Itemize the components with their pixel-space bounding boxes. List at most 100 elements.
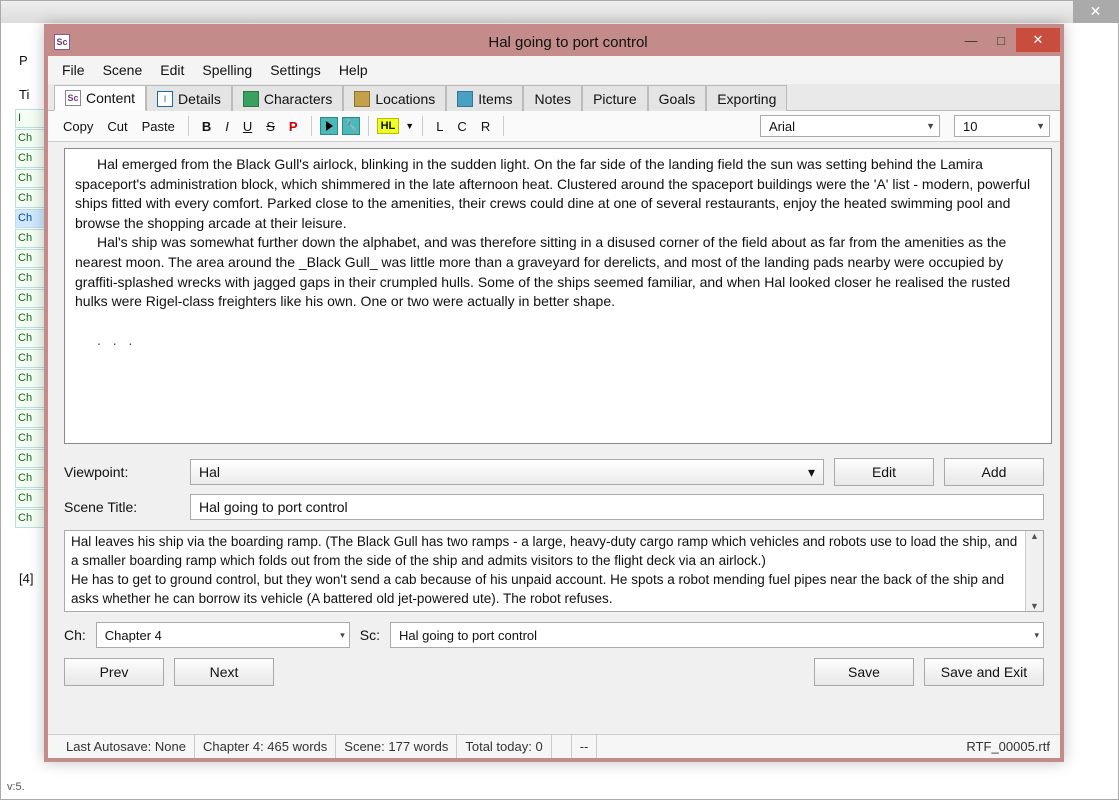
menu-settings[interactable]: Settings [270,62,321,78]
underline-button[interactable]: U [238,117,257,136]
status-chapter-words: Chapter 4: 465 words [195,735,336,758]
tab-label: Exporting [717,91,776,107]
window-title: Hal going to port control [76,34,1060,51]
chevron-down-icon: ▾ [1034,630,1039,641]
background-titlebar [1,1,1118,23]
separator [368,116,369,136]
background-version: v:5. [7,781,25,793]
play-icon[interactable] [320,117,338,135]
tab-picture[interactable]: Picture [582,85,648,111]
separator [311,116,312,136]
background-close-button[interactable]: ✕ [1073,1,1118,23]
notes-area[interactable]: Hal leaves his ship via the boarding ram… [64,530,1044,612]
save-and-exit-button[interactable]: Save and Exit [924,658,1044,686]
separator [188,116,189,136]
titlebar[interactable]: Sc Hal going to port control — □ ✕ [48,28,1060,56]
menubar: File Scene Edit Spelling Settings Help [48,56,1060,84]
strike-button[interactable]: S [261,117,280,136]
prev-button[interactable]: Prev [64,658,164,686]
content-editor[interactable]: Hal emerged from the Black Gull's airloc… [64,148,1052,444]
tab-label: Locations [375,91,435,107]
notes-scrollbar[interactable]: ▲ ▼ [1025,531,1043,611]
viewpoint-add-button[interactable]: Add [944,458,1044,486]
scene-combo[interactable]: Hal going to port control ▾ [390,622,1044,648]
menu-scene[interactable]: Scene [103,62,143,78]
cut-button[interactable]: Cut [102,117,132,136]
tab-label: Details [178,91,221,107]
tab-label: Characters [264,91,332,107]
menu-edit[interactable]: Edit [160,62,184,78]
menu-file[interactable]: File [62,62,85,78]
wrench-icon[interactable]: 🔧 [342,117,360,135]
viewpoint-edit-button[interactable]: Edit [834,458,934,486]
font-combo[interactable]: Arial ▼ [760,115,940,137]
separator [503,116,504,136]
paste-button[interactable]: Paste [137,117,180,136]
tab-notes[interactable]: Notes [523,85,582,111]
format-toolbar: Copy Cut Paste B I U S P 🔧 HL▼ L C R Ari… [48,111,1060,142]
p-button[interactable]: P [284,117,303,136]
scene-value: Hal going to port control [399,628,537,643]
chapter-combo[interactable]: Chapter 4 ▾ [96,622,350,648]
status-autosave: Last Autosave: None [58,735,195,758]
close-button[interactable]: ✕ [1016,28,1060,52]
editor-paragraph: Hal emerged from the Black Gull's airloc… [75,155,1041,233]
chevron-down-icon: ▾ [340,630,345,641]
chevron-down-icon: ▼ [926,121,935,131]
editor-ellipsis: . . . [75,331,1041,351]
maximize-button[interactable]: □ [986,28,1016,52]
viewpoint-select[interactable]: Hal ▾ [190,459,824,485]
statusbar: Last Autosave: None Chapter 4: 465 words… [48,734,1060,758]
scroll-down-icon[interactable]: ▼ [1030,601,1039,611]
menu-spelling[interactable]: Spelling [202,62,252,78]
status-dash: -- [572,735,598,758]
bg-four: [4] [19,571,33,586]
scene-title-label: Scene Title: [64,499,180,515]
tabbar: Sc Content I Details Characters Location… [48,84,1060,111]
details-icon: I [157,91,173,107]
characters-icon [243,91,259,107]
italic-button[interactable]: I [220,117,234,136]
minimize-button[interactable]: — [956,28,986,52]
tab-label: Items [478,91,512,107]
tab-label: Notes [534,91,571,107]
status-scene-words: Scene: 177 words [336,735,457,758]
next-button[interactable]: Next [174,658,274,686]
viewpoint-label: Viewpoint: [64,464,180,480]
bold-button[interactable]: B [197,117,216,136]
tab-content[interactable]: Sc Content [54,85,146,111]
content-icon: Sc [65,90,81,106]
tab-goals[interactable]: Goals [648,85,707,111]
notes-line: He has to get to ground control, but the… [71,571,1019,609]
save-button[interactable]: Save [814,658,914,686]
font-size-value: 10 [963,119,977,134]
background-chapter-strip: I Ch Ch Ch Ch Ch Ch Ch Ch Ch Ch Ch Ch Ch… [15,109,45,529]
app-icon: Sc [54,34,70,50]
chevron-down-icon: ▾ [808,464,815,481]
tab-details[interactable]: I Details [146,85,232,111]
align-left-button[interactable]: L [431,117,448,136]
menu-help[interactable]: Help [339,62,368,78]
align-right-button[interactable]: R [476,117,495,136]
bg-label-p: P [19,53,28,68]
viewpoint-value: Hal [199,464,220,480]
highlight-dropdown-icon[interactable]: ▼ [403,121,414,131]
status-filename: RTF_00005.rtf [966,739,1050,754]
tab-label: Picture [593,91,637,107]
locations-icon [354,91,370,107]
tab-locations[interactable]: Locations [343,85,446,111]
scroll-up-icon[interactable]: ▲ [1030,531,1039,541]
editor-paragraph: Hal's ship was somewhat further down the… [75,233,1041,311]
tab-items[interactable]: Items [446,85,523,111]
chevron-down-icon: ▼ [1036,121,1045,131]
copy-button[interactable]: Copy [58,117,98,136]
font-value: Arial [769,119,795,134]
align-center-button[interactable]: C [452,117,471,136]
scene-title-input[interactable]: Hal going to port control [190,494,1044,520]
scene-window: Sc Hal going to port control — □ ✕ File … [44,24,1064,762]
tab-characters[interactable]: Characters [232,85,343,111]
tab-exporting[interactable]: Exporting [706,85,787,111]
font-size-combo[interactable]: 10 ▼ [954,115,1050,137]
notes-line: Hal leaves his ship via the boarding ram… [71,533,1019,571]
highlight-button[interactable]: HL [377,118,400,134]
